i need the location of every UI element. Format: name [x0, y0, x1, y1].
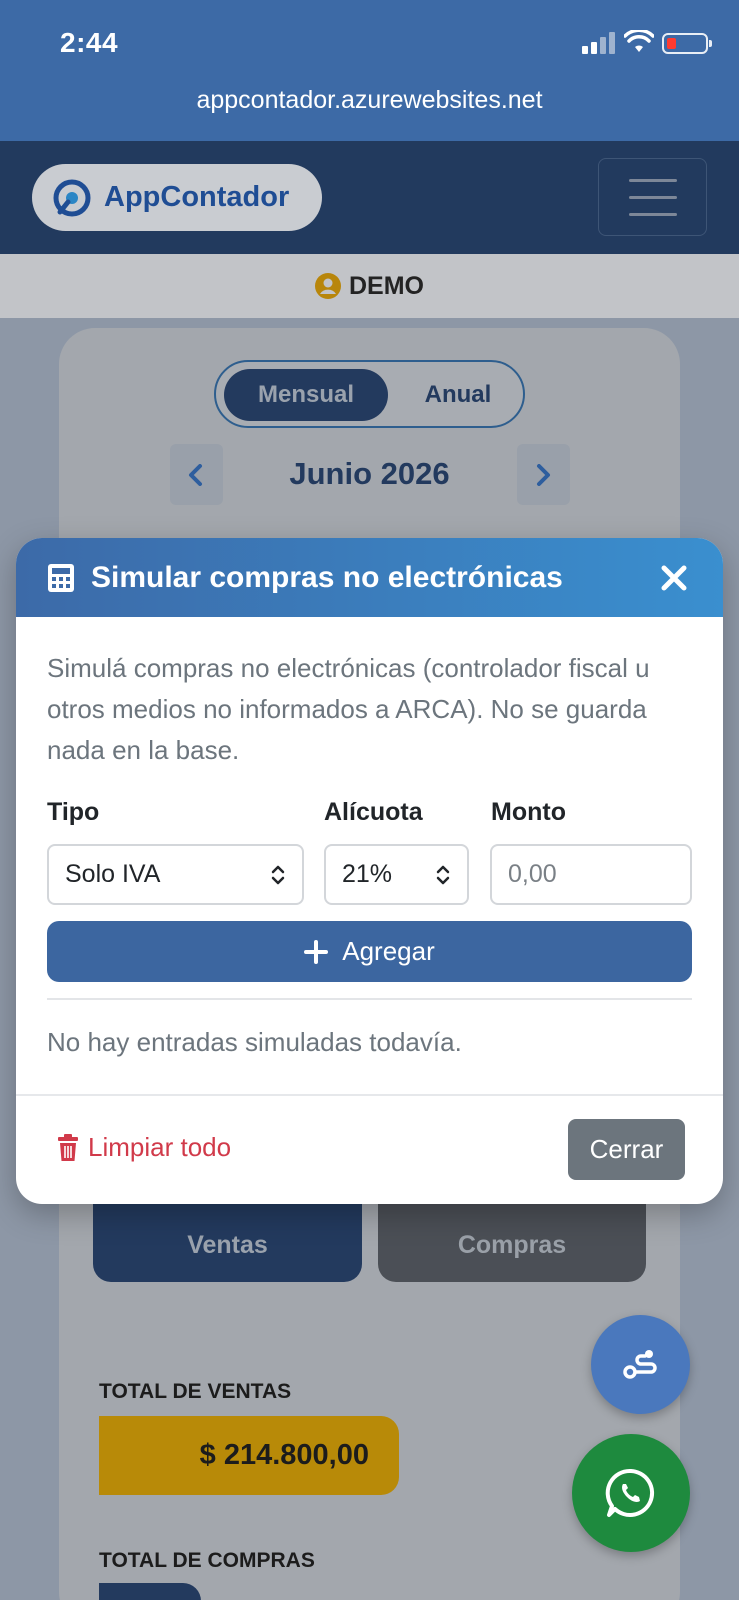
add-entry-label: Agregar [342, 936, 435, 966]
app-logo-icon [53, 179, 91, 216]
tab-mensual[interactable]: Mensual [224, 369, 388, 421]
tipo-select[interactable]: Solo IVA [47, 844, 304, 905]
top-navbar: AppContador [0, 141, 739, 254]
alicuota-select[interactable]: 21% [324, 844, 469, 905]
plus-icon [304, 939, 329, 964]
calculator-icon [48, 564, 74, 592]
simulate-purchases-modal: Simular compras no electrónicas Simulá c… [16, 538, 723, 1204]
divider [47, 998, 692, 1000]
select-arrows-icon [271, 865, 285, 885]
tipo-label: Tipo [47, 798, 100, 826]
total-compras-value [99, 1583, 201, 1600]
status-bar: 2:44 appcontador.azurewebsites.net [0, 0, 739, 141]
monto-input[interactable] [508, 860, 690, 889]
period-toggle: Mensual Anual [214, 360, 525, 428]
whatsapp-fab-button[interactable] [572, 1434, 690, 1552]
modal-header: Simular compras no electrónicas [16, 538, 723, 617]
current-month: Junio 2026 [289, 456, 450, 491]
next-month-button[interactable] [517, 444, 570, 505]
close-icon[interactable] [660, 564, 688, 592]
modal-description: Simulá compras no electrónicas (controla… [47, 653, 650, 765]
status-time: 2:44 [60, 27, 119, 58]
alicuota-label: Alícuota [324, 798, 423, 826]
menu-toggle-button[interactable] [598, 158, 707, 236]
brand-logo-link[interactable]: AppContador [32, 164, 322, 231]
modal-footer-divider [16, 1094, 723, 1096]
trash-icon [58, 1133, 78, 1161]
total-ventas-label: TOTAL DE VENTAS [99, 1380, 292, 1403]
whatsapp-icon [605, 1468, 655, 1517]
add-entry-button[interactable]: Agregar [47, 921, 692, 982]
chevron-right-icon [537, 464, 550, 486]
user-bar: DEMO [0, 254, 739, 318]
signal-icon [582, 32, 616, 54]
tipo-select-value: Solo IVA [65, 860, 161, 888]
battery-icon [662, 33, 712, 54]
select-arrows-icon [436, 865, 450, 885]
tab-anual[interactable]: Anual [398, 369, 518, 421]
empty-state-text: No hay entradas simuladas todavía. [47, 1027, 462, 1057]
monto-field[interactable] [490, 844, 692, 905]
route-icon [622, 1349, 657, 1379]
compras-tile-label: Compras [457, 1231, 567, 1259]
user-circle-icon [315, 273, 341, 299]
route-fab-button[interactable] [591, 1315, 690, 1414]
total-compras-label: TOTAL DE COMPRAS [99, 1549, 315, 1572]
clear-all-button[interactable]: Limpiar todo [56, 1132, 231, 1163]
user-name: DEMO [349, 271, 424, 300]
ventas-tile-label: Ventas [187, 1231, 268, 1259]
alicuota-select-value: 21% [342, 860, 393, 888]
modal-title: Simular compras no electrónicas [91, 561, 563, 594]
address-bar-url[interactable]: appcontador.azurewebsites.net [0, 86, 739, 115]
brand-name: AppContador [104, 181, 290, 213]
cerrar-button[interactable]: Cerrar [568, 1119, 685, 1180]
total-ventas-value: $ 214.800,00 [99, 1416, 399, 1495]
monto-label: Monto [491, 798, 566, 826]
wifi-icon [624, 30, 654, 52]
clear-all-label: Limpiar todo [88, 1132, 232, 1162]
